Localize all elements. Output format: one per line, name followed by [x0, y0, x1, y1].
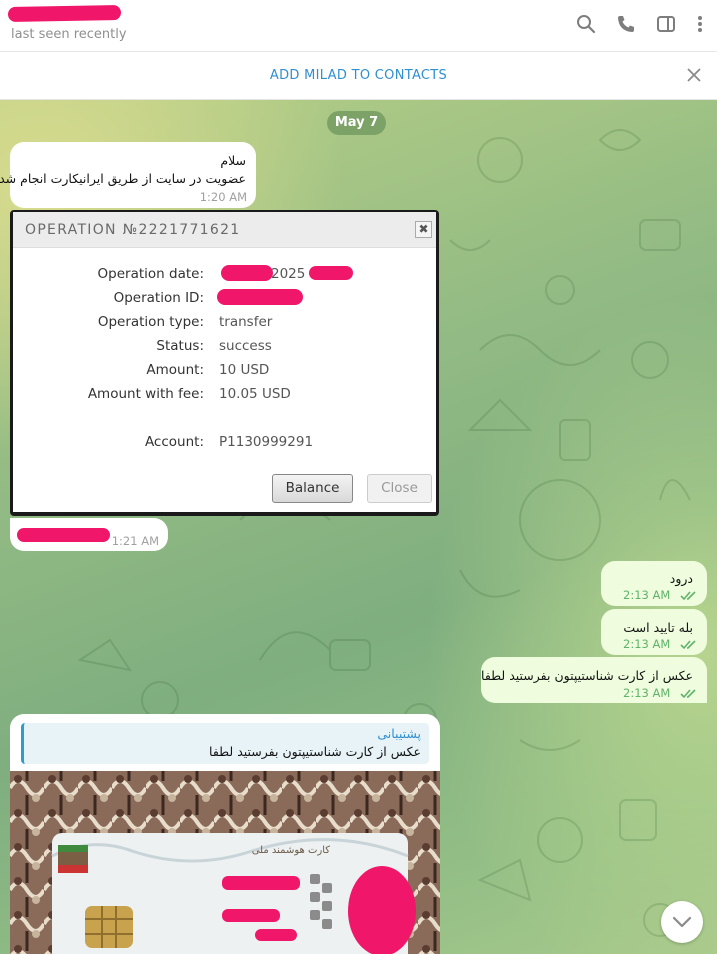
redacted-operation-id [217, 289, 303, 305]
last-seen-status: last seen recently [11, 27, 127, 42]
message-time: 2:13 AM [623, 686, 671, 700]
outgoing-message[interactable]: عکس از کارت شناستیپتون بفرستید لطفا 2:13… [481, 657, 707, 703]
message-time: 1:21 AM [111, 534, 159, 548]
operation-title: OPERATION №2221771621 [25, 222, 241, 238]
chevron-down-icon [672, 916, 692, 928]
message-list[interactable]: May 7 سلام عضویت در سایت از طریق ایرانیک… [0, 100, 717, 954]
field-value: 10 USD [219, 362, 270, 378]
field-label: Status: [156, 338, 204, 354]
scroll-down-button[interactable] [661, 901, 703, 943]
field-value: success [219, 338, 272, 354]
outgoing-message[interactable]: بله تایید است 2:13 AM [601, 609, 707, 655]
message-text: عکس از کارت شناستیپتون بفرستید لطفا [481, 668, 693, 683]
date-separator: May 7 [327, 111, 386, 135]
message-time: 2:13 AM [623, 588, 671, 602]
field-value: 10.05 USD [219, 386, 291, 402]
read-check-icon [680, 640, 696, 650]
add-contact-bar: ADD MILAD TO CONTACTS [0, 52, 717, 100]
add-contact-link[interactable]: ADD MILAD TO CONTACTS [0, 68, 717, 83]
sidebar-toggle-icon[interactable] [655, 13, 677, 35]
close-button: Close [367, 474, 432, 503]
header-actions [575, 13, 705, 35]
redacted-date-part [221, 265, 273, 281]
field-label: Account: [144, 434, 204, 450]
message-text-line: سلام [220, 153, 246, 168]
redacted-date-part [309, 266, 353, 280]
chat-window: last seen recently ADD MILAD TO CONTACTS [0, 0, 717, 954]
more-options-icon[interactable] [695, 13, 705, 35]
photo-message[interactable]: پشتیبانی عکس از کارت شناستیپتون بفرستید … [10, 714, 440, 954]
message-time: 1:20 AM [199, 190, 247, 204]
operation-title-bar: OPERATION №2221771621 ✖ [13, 212, 436, 248]
incoming-message[interactable]: سلام عضویت در سایت از طریق ایرانیکارت ان… [0, 142, 256, 208]
message-text: بله تایید است [623, 620, 693, 635]
field-label: Operation date: [97, 266, 204, 282]
message-text-line: عضویت در سایت از طریق ایرانیکارت انجام ش… [0, 171, 246, 186]
card-header-text: کارت هوشمند ملی [252, 845, 331, 856]
message-text: درود [669, 571, 693, 586]
id-card-photo[interactable]: کارت هوشمند ملی [10, 771, 440, 954]
read-check-icon [680, 689, 696, 699]
read-check-icon [680, 591, 696, 601]
redacted-contact-name [7, 5, 122, 22]
close-icon[interactable] [685, 66, 703, 84]
field-label: Operation type: [97, 314, 204, 330]
reply-preview[interactable]: پشتیبانی عکس از کارت شناستیپتون بفرستید … [21, 723, 429, 764]
incoming-message[interactable]: 1:21 AM [10, 518, 168, 551]
balance-button: Balance [272, 474, 353, 503]
field-label: Operation ID: [113, 290, 204, 306]
operation-screenshot[interactable]: OPERATION №2221771621 ✖ Operation date: … [10, 210, 439, 516]
field-value: transfer [219, 314, 273, 330]
search-icon[interactable] [575, 13, 597, 35]
operation-close-icon: ✖ [415, 221, 432, 238]
field-value: P1130999291 [219, 434, 314, 450]
chat-header: last seen recently [0, 0, 717, 52]
field-label: Amount with fee: [87, 386, 204, 402]
phone-icon[interactable] [615, 13, 637, 35]
outgoing-message[interactable]: درود 2:13 AM [601, 561, 707, 606]
reply-sender: پشتیبانی [377, 726, 421, 741]
operation-date-year: 2025 [271, 266, 306, 282]
redacted-message-text [17, 528, 110, 542]
field-label: Amount: [146, 362, 204, 378]
message-time: 2:13 AM [623, 637, 671, 651]
reply-text: عکس از کارت شناستیپتون بفرستید لطفا [209, 744, 421, 759]
